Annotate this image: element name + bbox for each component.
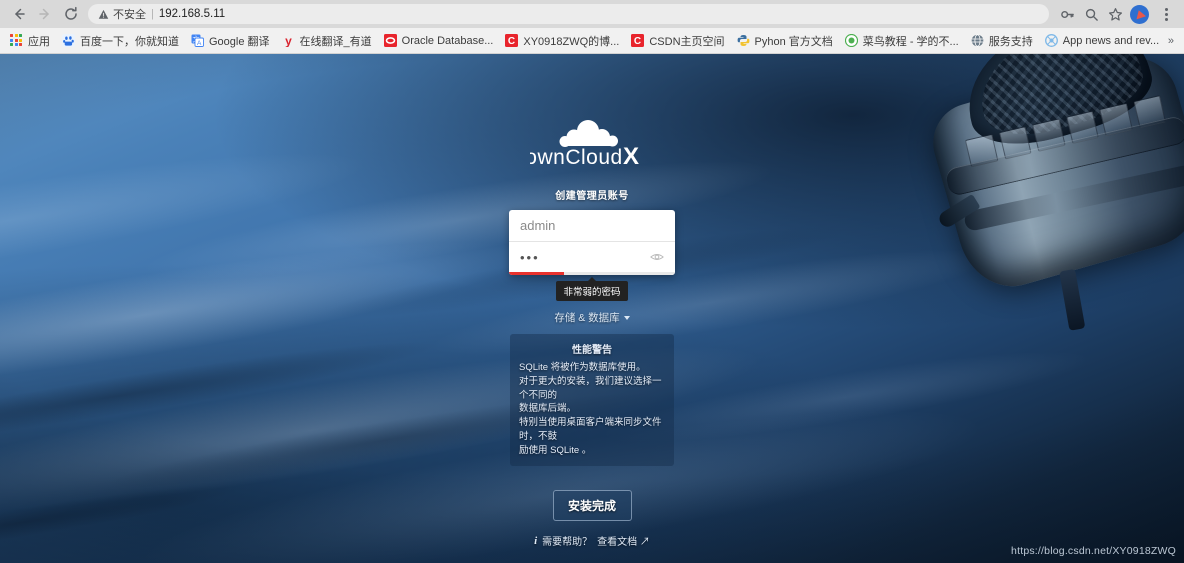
password-strength-fill — [509, 272, 564, 275]
forward-button[interactable] — [32, 1, 58, 27]
page-content: ownCloud X 创建管理员账号 admin ••• 非常弱的密码 存储 &… — [0, 54, 1184, 563]
username-value: admin — [520, 218, 556, 233]
bookmark-star-icon[interactable] — [1103, 2, 1127, 26]
svg-text:A: A — [197, 40, 202, 47]
eye-icon[interactable] — [650, 250, 664, 264]
omnibox-separator: | — [151, 8, 154, 20]
svg-text:C: C — [634, 36, 641, 47]
apps-grid-icon — [10, 34, 23, 47]
owncloud-setup: ownCloud X 创建管理员账号 admin ••• 非常弱的密码 存储 &… — [0, 54, 1184, 563]
performance-warning: 性能警告 SQLite 将被作为数据库使用。 对于更大的安装，我们建议选择一个不… — [510, 334, 674, 467]
warning-line: 数据库后端。 — [519, 403, 577, 415]
bookmark-item-youdao[interactable]: y 在线翻译_有道 — [276, 31, 378, 51]
bookmark-item-baidu[interactable]: 百度一下，你就知道 — [56, 31, 185, 51]
csdn-icon: C — [505, 34, 519, 47]
chevron-down-icon — [623, 315, 630, 320]
storage-database-label: 存储 & 数据库 — [554, 312, 620, 324]
runoob-icon — [844, 33, 858, 48]
bookmark-item-csdn-home[interactable]: C CSDN主页空间 — [625, 31, 730, 51]
bookmarks-bar: 应用 百度一下，你就知道 文 A — [0, 28, 1184, 54]
browser-toolbar: 不安全 | 192.168.5.11 — [0, 0, 1184, 28]
search-icon[interactable] — [1079, 2, 1103, 26]
bookmark-label: App news and rev... — [1062, 34, 1160, 47]
reload-button[interactable] — [58, 1, 84, 27]
bookmark-item-python-docs[interactable]: Pyhon 官方文档 — [731, 31, 839, 51]
warning-line: 对于更大的安装，我们建议选择一个不同的 — [519, 375, 662, 401]
chrome-menu-icon[interactable] — [1154, 2, 1178, 26]
password-strength-bar — [509, 272, 675, 275]
bookmark-item-oracle-database[interactable]: Oracle Database... — [378, 31, 500, 51]
username-field[interactable]: admin — [509, 210, 675, 241]
svg-text:C: C — [508, 36, 515, 47]
bookmark-apps[interactable]: 应用 — [4, 31, 56, 51]
bookmarks-overflow-button[interactable]: » — [1168, 35, 1174, 47]
bookmark-label: Pyhon 官方文档 — [754, 35, 833, 48]
bookmark-label: 在线翻译_有道 — [299, 35, 372, 48]
owncloud-logo: ownCloud X — [530, 117, 654, 175]
help-row: i 需要帮助？ 查看文档 ↗ — [534, 533, 650, 549]
toolbar-right-group — [1055, 2, 1178, 26]
help-docs-link[interactable]: 查看文档 ↗ — [597, 533, 650, 548]
watermark: https://blog.csdn.net/XY0918ZWQ — [1011, 545, 1176, 557]
google-translate-icon: 文 A — [191, 34, 204, 47]
bookmark-label: 百度一下，你就知道 — [80, 35, 179, 48]
bookmark-label: CSDN主页空间 — [649, 35, 725, 48]
bookmark-apps-label: 应用 — [28, 35, 50, 48]
page-title: 创建管理员账号 — [555, 191, 629, 202]
back-button[interactable] — [6, 1, 32, 27]
bookmark-label: Oracle Database... — [401, 34, 494, 47]
bookmark-label: 菜鸟教程 - 学的不... — [862, 35, 959, 48]
svg-text:y: y — [285, 34, 292, 47]
password-strength-tooltip: 非常弱的密码 — [556, 277, 628, 301]
bookmark-item-runoob[interactable]: 菜鸟教程 - 学的不... — [839, 31, 965, 51]
bookmark-label: XY0918ZWQ的博... — [523, 35, 620, 48]
svg-text:X: X — [623, 143, 639, 170]
password-key-icon[interactable] — [1055, 2, 1079, 26]
youdao-icon: y — [282, 34, 295, 48]
bookmark-item-service-support[interactable]: 服务支持 — [965, 31, 1039, 51]
browser-window: 不安全 | 192.168.5.11 应用 百度一下，你就知道 A Google… — [0, 0, 1184, 563]
admin-account-form: admin ••• — [509, 210, 675, 275]
bookmark-label: 服务支持 — [988, 35, 1033, 48]
url-text: 192.168.5.11 — [158, 8, 226, 20]
password-value: ••• — [520, 249, 540, 265]
password-field[interactable]: ••• — [509, 241, 675, 272]
performance-warning-body: SQLite 将被作为数据库使用。 对于更大的安装，我们建议选择一个不同的 数据… — [519, 361, 665, 457]
bookmark-item-csdn-blog[interactable]: C XY0918ZWQ的博... — [499, 31, 625, 51]
security-status-text: 不安全 — [113, 9, 146, 21]
python-icon — [737, 34, 750, 47]
warning-line: SQLite 将被作为数据库使用。 — [519, 362, 646, 373]
avatar-bird-icon — [1133, 8, 1146, 20]
appnews-icon — [1044, 34, 1058, 47]
info-icon: i — [534, 534, 538, 547]
warning-triangle-icon — [98, 9, 109, 20]
globe-icon — [971, 34, 984, 47]
oracle-icon — [383, 34, 397, 47]
profile-avatar[interactable] — [1130, 4, 1149, 24]
finish-setup-button[interactable]: 安装完成 — [552, 490, 632, 522]
help-question: 需要帮助？ — [542, 537, 593, 549]
bookmark-item-google-translate[interactable]: 文 A Google 翻译 — [185, 31, 276, 51]
warning-line: 特别当使用桌面客户端来同步文件时，不鼓 — [519, 417, 662, 442]
address-bar[interactable]: 不安全 | 192.168.5.11 — [88, 4, 1049, 24]
warning-line: 励使用 SQLite 。 — [519, 444, 592, 456]
performance-warning-title: 性能警告 — [572, 345, 612, 356]
storage-database-toggle[interactable]: 存储 & 数据库 — [554, 310, 630, 325]
csdn-icon: C — [631, 34, 645, 47]
kebab-dots — [1164, 7, 1168, 21]
bookmark-item-app-news[interactable]: App news and rev... — [1039, 31, 1165, 51]
bookmark-label: Google 翻译 — [209, 35, 270, 48]
svg-text:ownCloud: ownCloud — [530, 146, 623, 169]
baidu-icon — [62, 34, 75, 47]
